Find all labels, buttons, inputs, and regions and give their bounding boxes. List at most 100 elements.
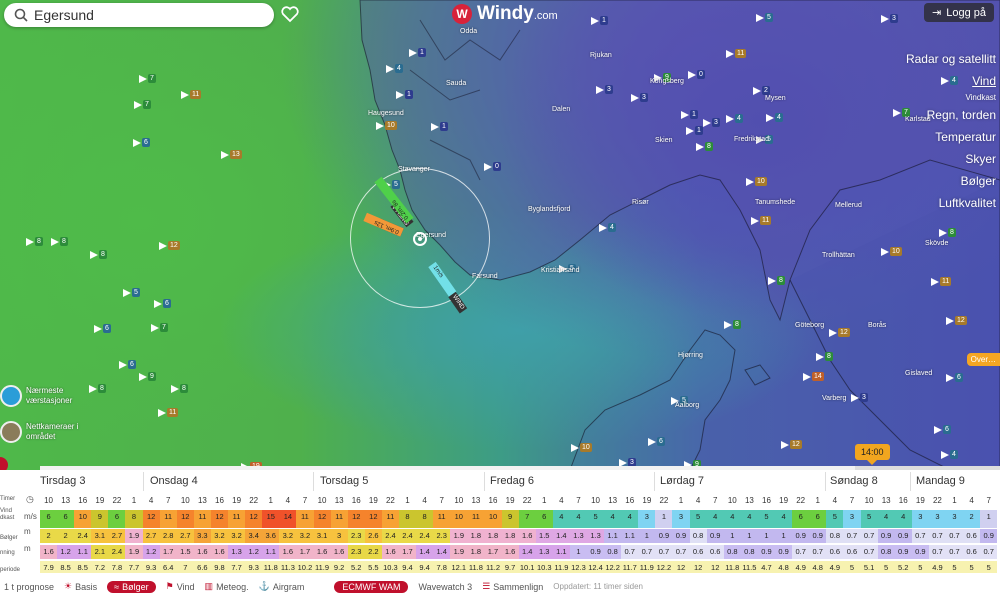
- city-label[interactable]: Kongsberg: [650, 78, 684, 85]
- city-label[interactable]: Trollhättan: [822, 252, 855, 259]
- timeline-bar[interactable]: [40, 466, 1000, 470]
- city-label[interactable]: Rjukan: [590, 52, 612, 59]
- wind-marker: 3: [631, 93, 652, 102]
- city-label[interactable]: Risør: [632, 199, 649, 206]
- model-ecmwf-wam[interactable]: ECMWF WAM: [334, 580, 409, 593]
- menu-air-quality[interactable]: Luftkvalitet: [905, 192, 1000, 214]
- wind-speed-label: 7: [148, 74, 156, 83]
- wind-speed-label: 3: [605, 85, 613, 94]
- day-label[interactable]: Fredag 6: [490, 475, 534, 487]
- day-label[interactable]: Tirsdag 3: [40, 475, 85, 487]
- periods-cell: 9.2: [330, 561, 348, 573]
- forecast-step-label[interactable]: 1 t prognose: [4, 582, 54, 592]
- city-label[interactable]: Haugesund: [368, 110, 404, 117]
- menu-gust[interactable]: Vindkast: [905, 92, 1000, 104]
- wind-speed-label: 8: [777, 276, 785, 285]
- waves-cell: 0.8: [689, 529, 707, 543]
- waves-tab[interactable]: ≈ Bølger: [107, 580, 156, 593]
- city-label[interactable]: Borås: [868, 322, 886, 329]
- wind-icon: ⚑: [165, 581, 174, 591]
- compare-button[interactable]: ☰ Sammenlign: [482, 581, 543, 592]
- wind-cell: 8: [416, 510, 434, 528]
- hours-cell: 16: [898, 496, 908, 505]
- city-label[interactable]: Aalborg: [675, 402, 699, 409]
- waves-cell: 3.2: [228, 529, 246, 543]
- periods-cell: 10.3: [535, 561, 553, 573]
- meteogram-tab-label: Meteog.: [216, 581, 249, 592]
- wind-flag-icon: [134, 101, 142, 109]
- windy-logo[interactable]: W Windy.com: [452, 3, 558, 25]
- day-label[interactable]: Torsdag 5: [320, 475, 368, 487]
- weather-map[interactable]: 7117613128885667698811194111015033901134…: [0, 0, 1000, 470]
- hours-cell: 1: [678, 496, 684, 505]
- city-label[interactable]: Dalen: [552, 106, 570, 113]
- wind-flag-icon: [409, 49, 417, 57]
- menu-waves[interactable]: Bølger: [905, 170, 1000, 192]
- city-label[interactable]: Mellerud: [835, 202, 862, 209]
- menu-wind[interactable]: Vind: [905, 70, 1000, 92]
- wind-cell: 2: [963, 510, 981, 528]
- waves-cell: 0.9: [809, 529, 827, 543]
- menu-temperature[interactable]: Temperatur: [905, 126, 1000, 148]
- menu-rain-thunder[interactable]: Regn, torden: [905, 104, 1000, 126]
- day-label[interactable]: Søndag 8: [830, 475, 878, 487]
- wind-tab[interactable]: ⚑ Vind: [166, 581, 195, 592]
- land-outline: [359, 0, 1000, 470]
- model-wavewatch3[interactable]: Wavewatch 3: [418, 582, 472, 592]
- webcams-button[interactable]: Nettkameraer i området: [0, 421, 86, 443]
- city-label[interactable]: Göteborg: [795, 322, 824, 329]
- wind-cell: 11: [296, 510, 314, 528]
- basis-tab[interactable]: ☀ Basis: [64, 581, 97, 592]
- city-label[interactable]: Odda: [460, 28, 477, 35]
- search-input[interactable]: [34, 7, 254, 23]
- day-label[interactable]: Lørdag 7: [660, 475, 704, 487]
- periods-cell: 7.2: [91, 561, 109, 573]
- waves-cell: 2.4: [381, 529, 399, 543]
- city-label[interactable]: Varberg: [822, 395, 846, 402]
- city-label[interactable]: Mysen: [765, 95, 786, 102]
- wind-cell: 11: [330, 510, 348, 528]
- city-label[interactable]: Skövde: [925, 240, 948, 247]
- wind-flag-icon: [571, 444, 579, 452]
- wind-marker: 0: [688, 70, 709, 79]
- city-label[interactable]: Skien: [655, 137, 673, 144]
- periods-cell: 4.8: [809, 561, 827, 573]
- meteogram-tab[interactable]: ▥ Meteog.: [205, 581, 249, 592]
- menu-radar-satellite[interactable]: Radar og satellitt: [905, 48, 1000, 70]
- waves-cell: 3.2: [296, 529, 314, 543]
- periods-cell: 5: [945, 561, 964, 573]
- favorite-heart-icon[interactable]: [280, 4, 300, 24]
- wind-cell: 3: [945, 510, 964, 528]
- city-label[interactable]: Hjørring: [678, 352, 703, 359]
- day-label[interactable]: Onsdag 4: [150, 475, 198, 487]
- search-box[interactable]: [4, 3, 274, 27]
- periods-cell: 4.7: [757, 561, 776, 573]
- wind-marker: 6: [119, 360, 140, 369]
- wind-cell: 12: [347, 510, 365, 528]
- city-label[interactable]: Fredrikstad: [734, 136, 769, 143]
- periods-cell: 6.6: [193, 561, 211, 573]
- more-overlays-button[interactable]: Over…: [966, 353, 1000, 366]
- nearest-stations-button[interactable]: Nærmeste værstasjoner: [0, 385, 86, 407]
- login-button[interactable]: ⇥ Logg på: [924, 3, 994, 22]
- city-label[interactable]: Tanumshede: [755, 199, 795, 206]
- timeline-current-time[interactable]: 14:00: [855, 444, 890, 465]
- wind-speed-label: 12: [790, 440, 802, 449]
- wind-marker: 8: [724, 320, 745, 329]
- wind-flag-icon: [766, 114, 774, 122]
- wind-cell: 6: [535, 510, 553, 528]
- wind-marker: 13: [221, 150, 242, 159]
- waves-cell: 1.9: [450, 529, 468, 543]
- city-label[interactable]: Gislaved: [905, 370, 932, 377]
- city-label[interactable]: Bygland​sfjord: [528, 206, 570, 213]
- wind-cell: 10: [484, 510, 502, 528]
- day-label[interactable]: Mandag 9: [916, 475, 965, 487]
- airgram-tab[interactable]: ⚓ Airgram: [259, 581, 305, 592]
- hours-cell: 19: [368, 496, 378, 505]
- picker-center-handle[interactable]: [413, 232, 427, 246]
- city-label[interactable]: Sauda: [446, 80, 466, 87]
- wind-flag-icon: [781, 441, 789, 449]
- city-label[interactable]: Kristiansand: [541, 267, 580, 274]
- menu-clouds[interactable]: Skyer: [905, 148, 1000, 170]
- periods-cell: 4.9: [792, 561, 810, 573]
